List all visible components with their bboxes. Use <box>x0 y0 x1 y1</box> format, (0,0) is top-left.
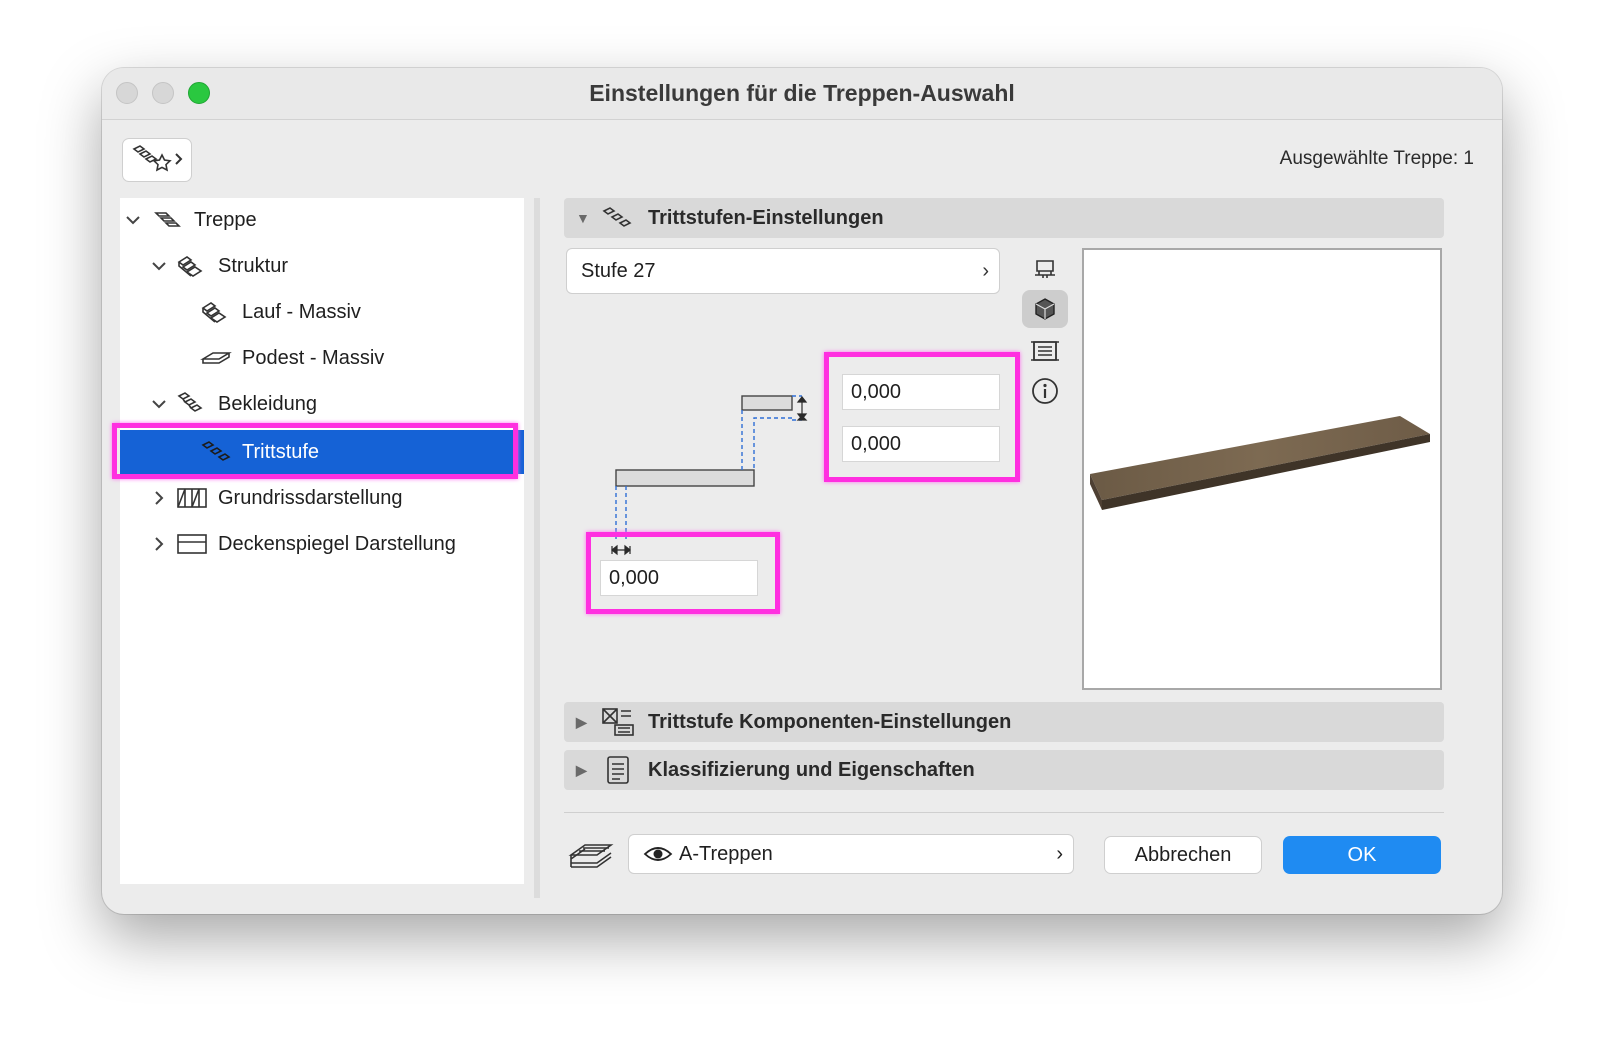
settings-dialog: Einstellungen für die Treppen-Auswahl Au… <box>102 68 1502 914</box>
ok-button[interactable]: OK <box>1283 836 1441 874</box>
tree-panel: Treppe Struktur Lauf - Massiv Podest - M… <box>120 198 524 884</box>
tread-icon <box>598 202 638 234</box>
favorites-icon <box>132 145 183 172</box>
selected-count-label: Ausgewählte Treppe: 1 <box>1279 148 1474 169</box>
tread-thickness-top-input[interactable]: 0,000 <box>842 374 1000 410</box>
tree-item-label: Treppe <box>194 208 257 231</box>
section-view-icon[interactable] <box>1022 332 1068 370</box>
tree-item-label: Struktur <box>218 254 289 277</box>
chevron-right-icon: › <box>1056 843 1063 865</box>
tree-item-label: Grundrissdarstellung <box>218 486 403 509</box>
info-icon[interactable] <box>1022 372 1068 410</box>
finish-icon <box>176 390 208 418</box>
eye-icon <box>643 847 673 861</box>
chevron-down-icon[interactable] <box>150 257 168 275</box>
tree-item-struktur[interactable]: Struktur <box>120 244 524 288</box>
tread-profile-value: Stufe 27 <box>581 259 656 282</box>
tread-3d-model <box>1090 416 1430 510</box>
stair-icon <box>152 206 184 234</box>
tree-item-label: Lauf - Massiv <box>242 300 361 323</box>
tree-item-podest-massiv[interactable]: Podest - Massiv <box>120 336 524 380</box>
section-components[interactable]: ▶ Trittstufe Komponenten-Einstellungen <box>564 702 1444 742</box>
footer-divider <box>564 812 1444 813</box>
section-tread-settings[interactable]: ▼ Trittstufen-Einstellungen <box>564 198 1444 238</box>
chevron-right-icon[interactable] <box>150 489 168 507</box>
cancel-button[interactable]: Abbrechen <box>1104 836 1262 874</box>
layer-name: A-Treppen <box>679 842 773 865</box>
tread-icon <box>200 438 232 466</box>
window-title: Einstellungen für die Treppen-Auswahl <box>589 80 1015 106</box>
tree-item-lauf-massiv[interactable]: Lauf - Massiv <box>120 290 524 334</box>
tread-diagram <box>611 395 808 556</box>
triangle-down-icon[interactable]: ▼ <box>576 210 590 226</box>
title-bar: Einstellungen für die Treppen-Auswahl <box>102 68 1502 120</box>
flight-icon <box>200 298 232 326</box>
3d-view-icon[interactable] <box>1022 290 1068 328</box>
tree-item-treppe[interactable]: Treppe <box>120 198 524 242</box>
structure-icon <box>176 252 208 280</box>
tread-nosing-input[interactable]: 0,000 <box>600 560 758 596</box>
section-title: Trittstufe Komponenten-Einstellungen <box>648 710 1012 733</box>
panel-divider[interactable] <box>534 198 540 898</box>
floorplan-icon <box>176 484 208 512</box>
3d-preview[interactable] <box>1082 248 1442 690</box>
tree-item-label: Trittstufe <box>242 440 320 463</box>
section-classification[interactable]: ▶ Klassifizierung und Eigenschaften <box>564 750 1444 790</box>
ceiling-icon <box>176 530 208 558</box>
tree-item-label: Podest - Massiv <box>242 346 385 369</box>
landing-icon <box>200 344 232 372</box>
tree-item-deckenspiegel[interactable]: Deckenspiegel Darstellung <box>120 522 524 566</box>
document-list-icon <box>598 754 638 786</box>
triangle-right-icon[interactable]: ▶ <box>576 714 587 731</box>
tread-thickness-bottom-input[interactable]: 0,000 <box>842 426 1000 462</box>
highlight-outline-thickness <box>824 352 1020 482</box>
components-icon <box>598 706 638 738</box>
triangle-right-icon[interactable]: ▶ <box>576 762 587 779</box>
input-value: 0,000 <box>609 566 660 589</box>
plan-view-icon[interactable] <box>1022 250 1068 288</box>
tree-item-grundrissdarstellung[interactable]: Grundrissdarstellung <box>120 476 524 520</box>
input-value: 0,000 <box>851 380 902 403</box>
chevron-right-icon: › <box>982 260 989 282</box>
tree-item-label: Deckenspiegel Darstellung <box>218 532 456 555</box>
tree-item-label: Bekleidung <box>218 392 317 415</box>
tread-profile-select[interactable]: Stufe 27 › <box>566 248 1000 294</box>
chevron-right-icon[interactable] <box>150 535 168 553</box>
chevron-down-icon[interactable] <box>124 211 142 229</box>
favorites-button[interactable] <box>122 138 192 182</box>
layer-select[interactable]: A-Treppen › <box>628 834 1074 874</box>
section-title: Trittstufen-Einstellungen <box>648 206 884 229</box>
tree-item-trittstufe[interactable]: Trittstufe <box>120 430 524 474</box>
input-value: 0,000 <box>851 432 902 455</box>
chevron-down-icon[interactable] <box>150 395 168 413</box>
layers-icon <box>566 838 616 874</box>
tree-item-bekleidung[interactable]: Bekleidung <box>120 382 524 426</box>
section-title: Klassifizierung und Eigenschaften <box>648 758 975 781</box>
